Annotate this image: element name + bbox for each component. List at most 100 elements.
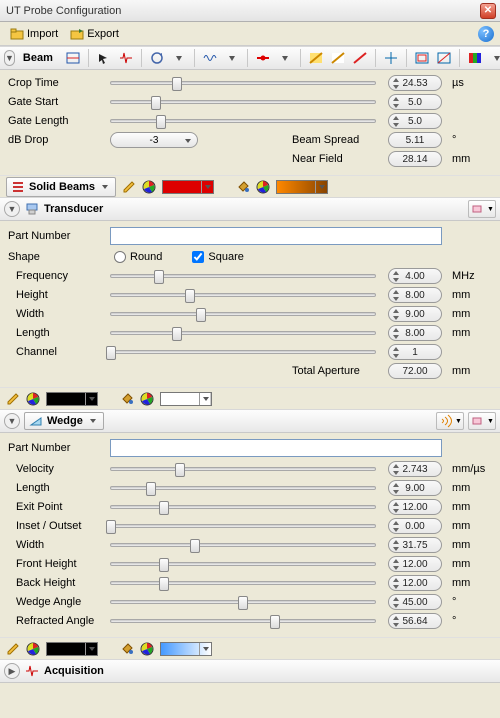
- bucket-icon[interactable]: [120, 642, 134, 656]
- beam-tool-box2[interactable]: [434, 49, 454, 67]
- import-button[interactable]: Import: [6, 25, 62, 43]
- w-width-slider[interactable]: [110, 543, 376, 547]
- t-stroke-color-picker[interactable]: [46, 392, 98, 406]
- t-width-value[interactable]: 9.00: [388, 306, 442, 322]
- frequency-value[interactable]: 4.00: [388, 268, 442, 284]
- pencil-icon[interactable]: [122, 180, 136, 194]
- front-height-value[interactable]: 12.00: [388, 556, 442, 572]
- color-wheel-icon-2[interactable]: [140, 392, 154, 406]
- t-fill-color-picker[interactable]: [160, 392, 212, 406]
- channel-value[interactable]: 1: [388, 344, 442, 360]
- inset-value[interactable]: 0.00: [388, 518, 442, 534]
- transducer-part-number-input[interactable]: [110, 227, 442, 245]
- pencil-icon[interactable]: [6, 392, 20, 406]
- titlebar: UT Probe Configuration ✕: [0, 0, 500, 22]
- w-fill-color-picker[interactable]: [160, 642, 212, 656]
- shape-round-radio[interactable]: Round: [114, 251, 162, 263]
- t-length-value[interactable]: 8.00: [388, 325, 442, 341]
- fill-color-picker[interactable]: [276, 180, 328, 194]
- velocity-value[interactable]: 2.743: [388, 461, 442, 477]
- t-width-slider[interactable]: [110, 312, 376, 316]
- t-height-slider[interactable]: [110, 293, 376, 297]
- color-wheel-icon-2[interactable]: [256, 180, 270, 194]
- beam-tool-gate-dd[interactable]: [275, 49, 295, 67]
- bucket-icon[interactable]: [120, 392, 134, 406]
- velocity-unit: mm/µs: [448, 463, 492, 475]
- beam-collapse-toggle[interactable]: ▼: [4, 50, 15, 66]
- w-length-slider[interactable]: [110, 486, 376, 490]
- beam-tool-spin[interactable]: [147, 49, 167, 67]
- front-height-slider[interactable]: [110, 562, 376, 566]
- crop-time-slider[interactable]: [110, 81, 376, 85]
- w-length-value[interactable]: 9.00: [388, 480, 442, 496]
- beam-tool-signal[interactable]: [116, 49, 136, 67]
- export-button[interactable]: Export: [66, 25, 123, 43]
- exit-point-slider[interactable]: [110, 505, 376, 509]
- acquisition-collapse-toggle[interactable]: ▶: [4, 663, 20, 679]
- color-wheel-icon[interactable]: [142, 180, 156, 194]
- gate-start-slider[interactable]: [110, 100, 376, 104]
- beam-tool-wave[interactable]: [200, 49, 220, 67]
- beam-tool-spin-dd[interactable]: [169, 49, 189, 67]
- beam-tool-gate[interactable]: [253, 49, 273, 67]
- exit-point-value[interactable]: 12.00: [388, 499, 442, 515]
- gate-length-slider[interactable]: [110, 119, 376, 123]
- near-field-value: 28.14: [388, 151, 442, 167]
- channel-slider[interactable]: [110, 350, 376, 354]
- beam-tool-palette-dd[interactable]: [487, 49, 500, 67]
- refracted-label: Refracted Angle: [8, 615, 104, 627]
- color-wheel-icon[interactable]: [26, 392, 40, 406]
- beam-spread-label: Beam Spread: [292, 134, 382, 146]
- bucket-icon[interactable]: [236, 180, 250, 194]
- stroke-color-picker[interactable]: [162, 180, 214, 194]
- w-width-value[interactable]: 31.75: [388, 537, 442, 553]
- wedge-angle-slider[interactable]: [110, 600, 376, 604]
- close-button[interactable]: ✕: [480, 3, 496, 19]
- wedge-collapse-toggle[interactable]: ▼: [4, 413, 20, 429]
- gate-start-value[interactable]: 5.0: [388, 94, 442, 110]
- beam-tool-diag3[interactable]: [350, 49, 370, 67]
- wedge-title-combo[interactable]: Wedge: [24, 412, 104, 430]
- wedge-sound-button[interactable]: ▼: [436, 412, 464, 430]
- beam-tool-diag1[interactable]: [306, 49, 326, 67]
- gate-length-value[interactable]: 5.0: [388, 113, 442, 129]
- total-aperture-value: 72.00: [388, 363, 442, 379]
- t-height-value[interactable]: 8.00: [388, 287, 442, 303]
- transducer-collapse-toggle[interactable]: ▼: [4, 201, 20, 217]
- help-button[interactable]: ?: [478, 26, 494, 42]
- beam-tool-1[interactable]: [63, 49, 83, 67]
- crop-time-value[interactable]: 24.53: [388, 75, 442, 91]
- wedge-angle-value[interactable]: 45.00: [388, 594, 442, 610]
- inset-slider[interactable]: [110, 524, 376, 528]
- shape-square-checkbox[interactable]: Square: [192, 251, 243, 263]
- beam-tool-box1[interactable]: [412, 49, 432, 67]
- t-length-slider[interactable]: [110, 331, 376, 335]
- beam-section-header: ▼ Beam: [0, 46, 500, 70]
- w-length-unit: mm: [448, 482, 492, 494]
- solid-beams-combo[interactable]: Solid Beams: [6, 177, 116, 197]
- beam-tool-wave-dd[interactable]: [222, 49, 242, 67]
- back-height-value[interactable]: 12.00: [388, 575, 442, 591]
- beam-tool-cross[interactable]: [381, 49, 401, 67]
- beam-tool-diag2[interactable]: [328, 49, 348, 67]
- wedge-section-header: ▼ Wedge ▼ ▼: [0, 409, 500, 433]
- refracted-value[interactable]: 56.64: [388, 613, 442, 629]
- wedge-angle-label: Wedge Angle: [8, 596, 104, 608]
- frequency-slider[interactable]: [110, 274, 376, 278]
- beam-tool-palette[interactable]: [465, 49, 485, 67]
- wedge-part-number-input[interactable]: [110, 439, 442, 457]
- back-height-slider[interactable]: [110, 581, 376, 585]
- beam-tool-cursor[interactable]: [94, 49, 114, 67]
- w-stroke-color-picker[interactable]: [46, 642, 98, 656]
- transducer-eraser-button[interactable]: ▼: [468, 200, 496, 218]
- t-width-label: Width: [8, 308, 104, 320]
- pencil-icon[interactable]: [6, 642, 20, 656]
- export-label: Export: [87, 28, 119, 40]
- db-drop-combo[interactable]: -3: [110, 132, 198, 148]
- velocity-slider[interactable]: [110, 467, 376, 471]
- refracted-slider[interactable]: [110, 619, 376, 623]
- wedge-eraser-button[interactable]: ▼: [468, 412, 496, 430]
- color-wheel-icon[interactable]: [26, 642, 40, 656]
- w-width-label: Width: [8, 539, 104, 551]
- color-wheel-icon-2[interactable]: [140, 642, 154, 656]
